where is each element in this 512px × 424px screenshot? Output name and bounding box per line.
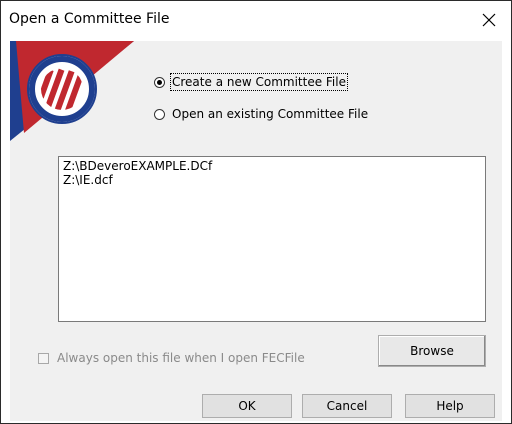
ok-button[interactable]: OK — [202, 394, 292, 418]
dialog-body: Create a new Committee File Open an exis… — [10, 41, 502, 421]
radio-unchecked-icon — [154, 108, 165, 120]
help-button[interactable]: Help — [405, 394, 495, 418]
create-new-label: Create a new Committee File — [170, 73, 348, 91]
radio-checked-icon — [154, 76, 165, 88]
always-open-label: Always open this file when I open FECFil… — [57, 351, 305, 365]
list-item[interactable]: Z:\BDeveroEXAMPLE.DCf — [59, 159, 485, 173]
window-title: Open a Committee File — [9, 11, 170, 27]
cancel-button[interactable]: Cancel — [302, 394, 392, 418]
committee-file-list[interactable]: Z:\BDeveroEXAMPLE.DCf Z:\IE.dcf — [58, 156, 486, 322]
close-button[interactable] — [475, 7, 503, 33]
ok-button-label: OK — [238, 399, 256, 413]
always-open-checkbox[interactable]: Always open this file when I open FECFil… — [38, 351, 305, 365]
checkbox-icon — [38, 352, 49, 364]
list-item[interactable]: Z:\IE.dcf — [59, 173, 485, 187]
fec-seal-logo — [10, 41, 134, 141]
create-new-committee-file-radio[interactable]: Create a new Committee File — [154, 73, 348, 91]
open-existing-label: Open an existing Committee File — [172, 107, 369, 121]
browse-button-label: Browse — [410, 344, 454, 358]
close-icon — [482, 13, 496, 27]
help-button-label: Help — [436, 399, 464, 413]
open-existing-committee-file-radio[interactable]: Open an existing Committee File — [154, 107, 368, 121]
browse-button[interactable]: Browse — [378, 335, 486, 367]
title-bar: Open a Committee File — [1, 1, 511, 41]
open-committee-file-dialog: Open a Committee File Create a new Commi… — [0, 0, 512, 424]
cancel-button-label: Cancel — [326, 399, 368, 413]
